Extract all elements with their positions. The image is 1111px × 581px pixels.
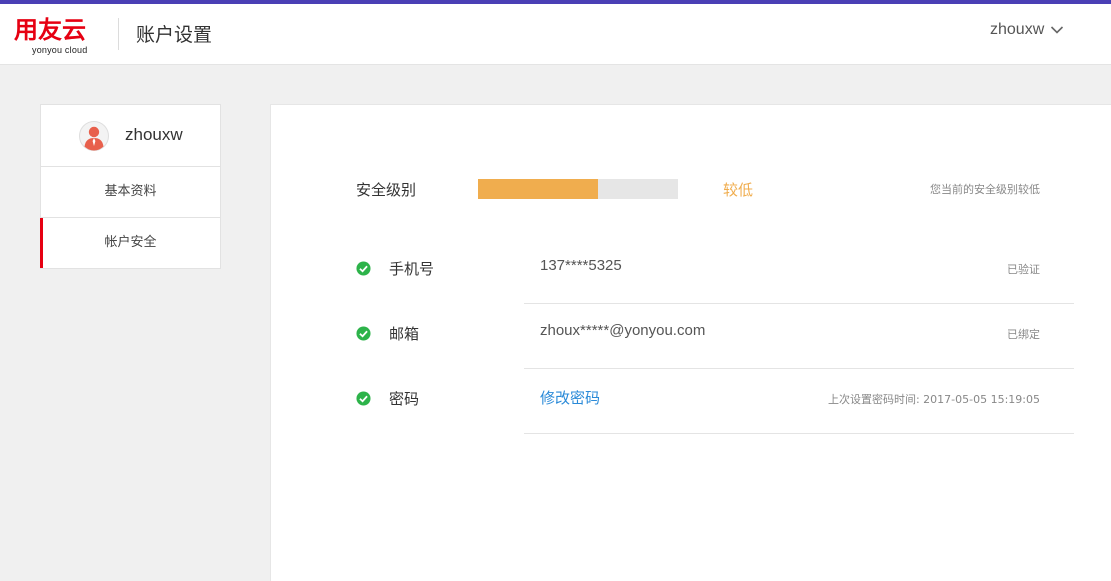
page-title: 账户设置 [136,24,213,46]
check-circle-icon [356,261,371,276]
chevron-down-icon [1051,26,1064,34]
sidebar-user: zhouxw [41,105,220,167]
email-status: 已绑定 [1007,328,1040,341]
logo-text-cn: 用友云 [14,16,86,44]
sidebar-item-account-security[interactable]: 帐户安全 [40,218,220,268]
yonyou-cloud-logo[interactable]: 用友云 yonyou cloud [14,16,96,58]
sidebar-item-basic-info[interactable]: 基本资料 [41,167,220,218]
security-level-bar [478,179,678,199]
security-level-label: 安全级别 [356,181,417,199]
phone-value: 137****5325 [540,257,622,274]
header: 用友云 yonyou cloud 账户设置 zhouxw [0,4,1111,65]
user-menu-name: zhouxw [990,21,1045,38]
security-panel: 安全级别 较低 您当前的安全级别较低 手机号 137****5325 已验证 邮… [270,104,1111,581]
security-row-password: 密码 修改密码 上次设置密码时间: 2017-05-05 15:19:05 [271,369,1111,434]
sidebar: zhouxw 基本资料 帐户安全 [40,104,221,269]
password-last-set-time: 上次设置密码时间: 2017-05-05 15:19:05 [827,393,1040,406]
check-circle-icon [356,391,371,406]
logo-text-en: yonyou cloud [32,45,88,55]
security-level-text: 较低 [723,181,754,199]
security-level-bar-fill [478,179,598,199]
security-row-email: 邮箱 zhoux*****@yonyou.com 已绑定 [271,304,1111,369]
row-divider [524,433,1074,434]
header-divider [118,18,119,50]
password-label: 密码 [389,390,420,408]
user-avatar-icon [79,121,109,151]
security-level-note: 您当前的安全级别较低 [930,183,1040,196]
sidebar-username: zhouxw [125,125,183,144]
security-row-phone: 手机号 137****5325 已验证 [271,239,1111,304]
email-value: zhoux*****@yonyou.com [540,322,706,339]
check-circle-icon [356,326,371,341]
email-label: 邮箱 [389,325,420,343]
phone-label: 手机号 [389,260,435,278]
change-password-link[interactable]: 修改密码 [540,387,600,408]
phone-status: 已验证 [1007,263,1040,276]
user-menu[interactable]: zhouxw [990,18,1064,42]
